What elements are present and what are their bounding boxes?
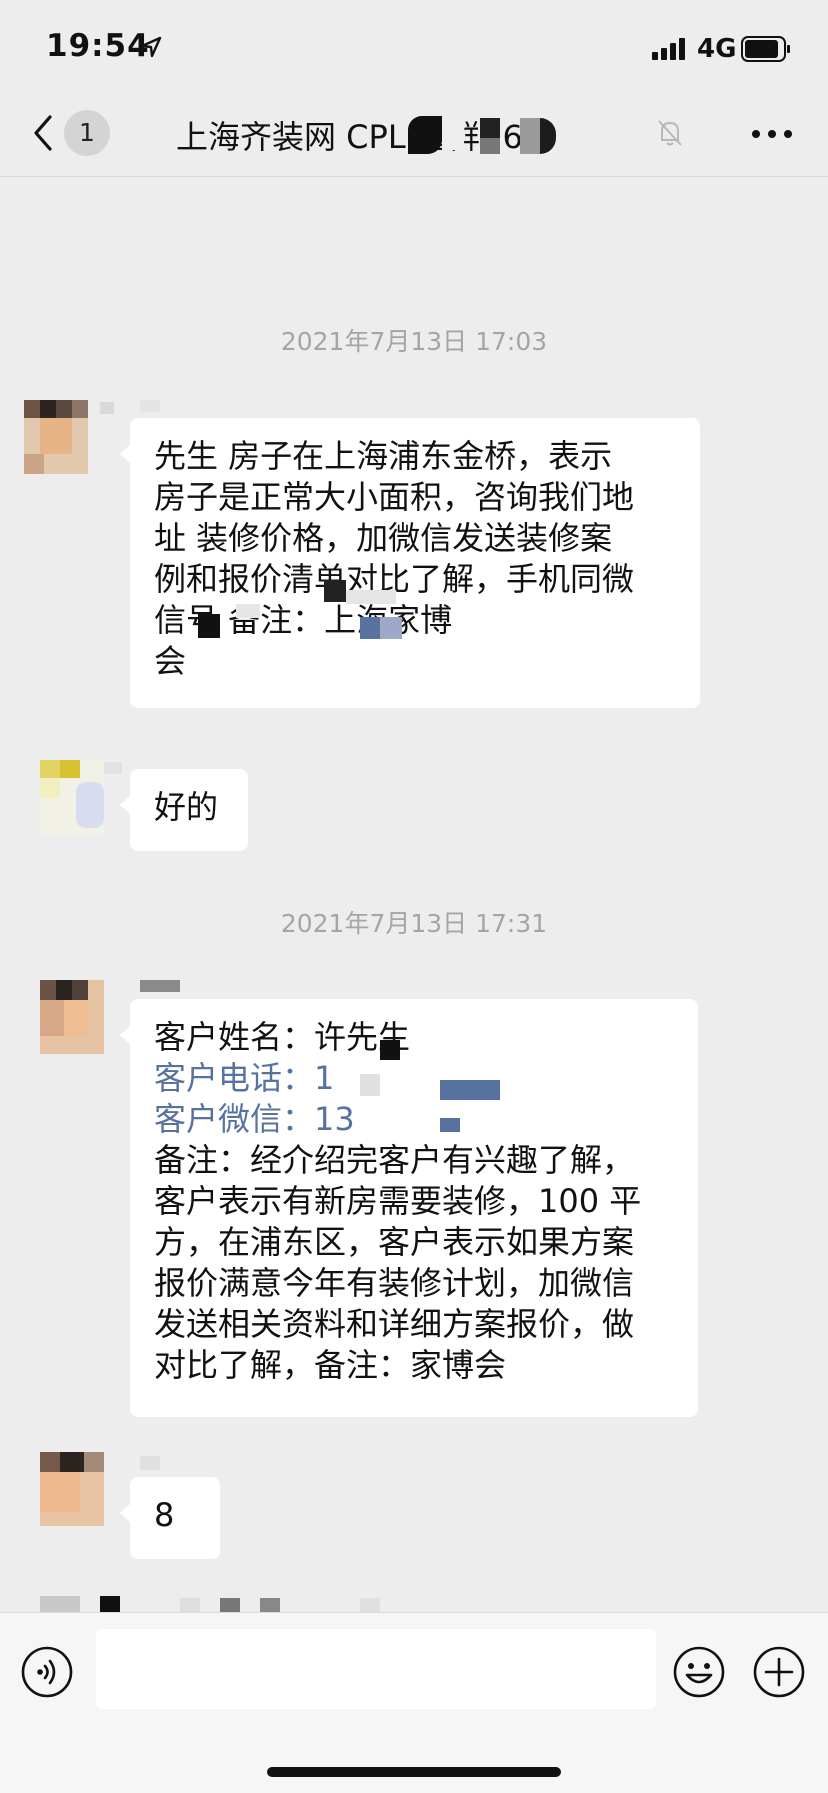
redaction-block [540,118,556,154]
message-text: 址 装修价格，加微信发送装修案 [154,519,613,557]
message-text: 先生 房子在上海浦东金桥，表示 [154,437,613,475]
redaction-block [360,617,380,639]
redaction-block [140,1456,160,1470]
message-bubble[interactable]: 8 [120,1477,220,1559]
message-text: 8 [154,1496,175,1534]
redaction-block [346,590,396,604]
message-text: 好的 [154,788,219,826]
message-text: 方，在浦东区，客户表示如果方案 [154,1223,635,1261]
redaction-block [100,1596,120,1612]
redaction-block [408,116,442,154]
emoji-icon[interactable] [672,1645,726,1699]
redaction-block [140,980,180,992]
message-text: 备注：经介绍完客户有兴趣了解， [154,1141,635,1179]
status-time: 19:54 [46,28,150,64]
status-bar: 19:54 4G [0,0,828,100]
signal-icon [652,38,685,60]
message-text: 客户电话：1 [154,1059,335,1097]
battery-icon [741,36,790,62]
redaction-block [480,118,500,138]
message-bubble[interactable]: 先生 房子在上海浦东金桥，表示 房子是正常大小面积，咨询我们地 址 装修价格，加… [120,418,700,708]
redaction-block [442,120,464,150]
avatar[interactable] [40,1452,104,1526]
redaction-block [220,1598,240,1612]
message-bubble[interactable]: 好的 [120,769,248,851]
redaction-block [198,614,220,638]
chat-input-bar [0,1612,828,1793]
avatar[interactable] [40,980,104,1054]
chat-header: 1 上海齐装网 CPL 通群 (6) [0,100,828,177]
redaction-block [440,1080,500,1100]
location-arrow-icon [140,36,162,58]
message-input[interactable] [96,1629,656,1709]
home-indicator [267,1767,561,1777]
timestamp: 2021年7月13日 17:31 [280,909,548,938]
message-text: 信号 备注：上海家博 [154,601,453,639]
redaction-block [100,402,114,414]
message-text: 客户表示有新房需要装修，100 平 [154,1182,642,1220]
redaction-block [480,138,500,154]
redaction-block [520,118,540,154]
message-text: 客户姓名：许先生 [154,1018,411,1056]
redaction-block [360,1598,380,1612]
avatar[interactable] [24,400,88,474]
message-text: 房子是正常大小面积，咨询我们地 [154,478,635,516]
redaction-block [180,1598,200,1612]
message-text: 例和报价清单对比了解，手机同微 [154,560,635,598]
redaction-block [140,400,160,412]
chevron-left-icon[interactable] [28,112,58,154]
redaction-block [104,762,122,774]
message-bubble[interactable]: 客户姓名：许先生 客户电话：1 客户微信：13 备注：经介绍完客户有兴趣了解， … [120,999,698,1417]
redaction-block [440,1118,460,1132]
redaction-block [40,1596,80,1612]
redaction-block [380,617,402,639]
message-text: 客户微信：13 [154,1100,355,1138]
network-type: 4G [697,34,737,64]
message-text: 发送相关资料和详细方案报价，做 [154,1305,635,1343]
bell-slash-icon [658,120,682,146]
timestamp: 2021年7月13日 17:03 [280,327,548,356]
redaction-block [324,580,346,602]
unread-count-badge[interactable]: 1 [64,110,110,156]
redaction-block [380,1040,400,1060]
redaction-block [236,604,260,618]
redaction-block [360,1074,380,1096]
message-text: 会 [154,642,187,680]
message-text: 对比了解，备注：家博会 [154,1346,507,1384]
ellipsis-icon[interactable] [750,128,794,140]
message-text: 报价满意今年有装修计划，加微信 [154,1264,635,1302]
voice-icon[interactable] [20,1645,74,1699]
redaction-block [260,1598,280,1612]
avatar[interactable] [40,760,104,834]
plus-icon[interactable] [752,1645,806,1699]
